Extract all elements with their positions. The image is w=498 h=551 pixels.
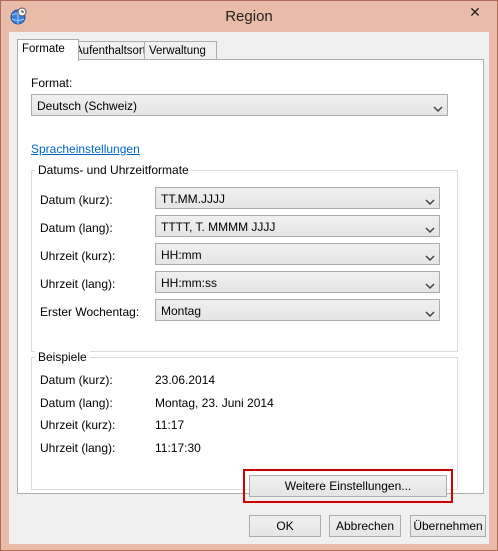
close-button[interactable]: ✕ (457, 1, 493, 25)
chevron-down-icon (425, 195, 435, 206)
chevron-down-icon (425, 279, 435, 290)
date-long-label: Datum (lang): (40, 221, 113, 235)
tab-label: Formate (22, 43, 65, 55)
more-settings-button[interactable]: Weitere Einstellungen... (249, 475, 447, 497)
first-weekday-value: Montag (161, 304, 202, 318)
time-short-select[interactable]: HH:mm (155, 243, 440, 265)
example-date-short-value: 23.06.2014 (155, 373, 216, 387)
example-time-short-label: Uhrzeit (kurz): (40, 418, 116, 432)
date-short-select[interactable]: TT.MM.JJJJ (155, 187, 440, 209)
first-weekday-label: Erster Wochentag: (40, 305, 140, 319)
format-label: Format: (31, 76, 73, 90)
example-date-long-value: Montag, 23. Juni 2014 (155, 396, 274, 410)
chevron-down-icon (425, 223, 435, 234)
window-title: Region (225, 8, 273, 25)
format-value: Deutsch (Schweiz) (37, 99, 138, 113)
date-short-label: Datum (kurz): (40, 193, 113, 207)
first-weekday-select[interactable]: Montag (155, 299, 440, 321)
apply-label: Übernehmen (413, 519, 483, 533)
examples-title: Beispiele (35, 350, 90, 364)
tab-verwaltung[interactable]: Verwaltung (144, 41, 217, 60)
chevron-down-icon (425, 251, 435, 262)
time-short-value: HH:mm (161, 248, 202, 262)
example-time-long-label: Uhrzeit (lang): (40, 441, 116, 455)
close-icon: ✕ (469, 4, 481, 20)
tab-aufenthaltsort[interactable]: Aufenthaltsort (70, 41, 153, 60)
format-select[interactable]: Deutsch (Schweiz) (31, 94, 448, 116)
ok-button[interactable]: OK (249, 515, 321, 537)
tab-label: Aufenthaltsort (75, 45, 146, 57)
chevron-down-icon (433, 102, 443, 113)
tab-formate[interactable]: Formate (17, 39, 79, 61)
time-long-select[interactable]: HH:mm:ss (155, 271, 440, 293)
tab-panel-formate: Format: Deutsch (Schweiz) Spracheinstell… (17, 59, 484, 494)
apply-button[interactable]: Übernehmen (410, 515, 486, 537)
ok-label: OK (276, 519, 294, 533)
date-short-value: TT.MM.JJJJ (161, 192, 225, 206)
date-long-select[interactable]: TTTT, T. MMMM JJJJ (155, 215, 440, 237)
region-dialog: Region ✕ Formate Aufenthaltsort Verwaltu… (0, 0, 498, 551)
example-date-short-label: Datum (kurz): (40, 373, 113, 387)
title-bar[interactable]: Region ✕ (1, 1, 497, 31)
cancel-button[interactable]: Abbrechen (329, 515, 401, 537)
more-settings-label: Weitere Einstellungen... (284, 479, 412, 493)
chevron-down-icon (425, 307, 435, 318)
time-short-label: Uhrzeit (kurz): (40, 249, 116, 263)
time-long-value: HH:mm:ss (161, 276, 217, 290)
dialog-client: Formate Aufenthaltsort Verwaltung Format… (9, 32, 489, 544)
language-settings-link[interactable]: Spracheinstellungen (31, 142, 140, 156)
example-time-long-value: 11:17:30 (155, 441, 201, 455)
example-time-short-value: 11:17 (155, 418, 185, 432)
example-date-long-label: Datum (lang): (40, 396, 113, 410)
date-time-formats-title: Datums- und Uhrzeitformate (35, 163, 192, 177)
cancel-label: Abbrechen (335, 519, 395, 533)
time-long-label: Uhrzeit (lang): (40, 277, 116, 291)
date-long-value: TTTT, T. MMMM JJJJ (161, 220, 276, 234)
tab-label: Verwaltung (149, 45, 206, 57)
